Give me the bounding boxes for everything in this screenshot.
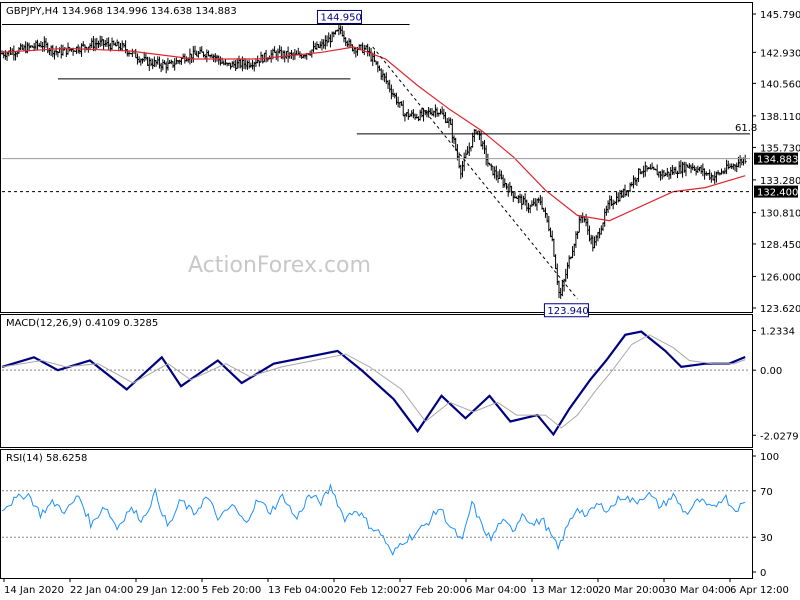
rsi-ytick-label: 0 [760, 568, 766, 579]
price-ytick-label: 135.730 [760, 143, 800, 154]
price-ytick-label: 126.000 [760, 272, 800, 283]
price-ytick-label: 140.560 [760, 79, 800, 90]
xtick-label: 20 Mar 20:00 [598, 585, 665, 596]
price-ytick-label: 133.280 [760, 176, 800, 187]
xtick-label: 30 Mar 04:00 [664, 585, 731, 596]
rsi-panel-frame [0, 449, 753, 579]
xtick-label: 6 Mar 04:00 [466, 585, 526, 596]
chart-canvas: ActionForex.com GBPJPY,H4 134.968 134.99… [0, 2, 800, 596]
watermark: ActionForex.com [188, 253, 371, 278]
macd-ytick-label: 0.00 [760, 366, 782, 377]
xtick-label: 5 Feb 20:00 [202, 585, 261, 596]
price-tag-text: 132.400 [757, 188, 798, 199]
price-ytick-label: 145.790 [760, 10, 800, 21]
rsi-ytick-label: 70 [760, 487, 773, 498]
price-header: GBPJPY,H4 134.968 134.996 134.638 134.88… [6, 6, 237, 17]
xtick-label: 27 Feb 20:00 [400, 585, 466, 596]
price-ytick-label: 128.450 [760, 240, 800, 251]
fib-level-label: 61.8 [735, 123, 757, 134]
rsi-header: RSI(14) 58.6258 [6, 453, 87, 464]
price-panel-frame [0, 2, 753, 313]
rsi-ytick-label: 30 [760, 533, 773, 544]
price-ytick-label: 138.110 [760, 112, 800, 123]
rsi-ytick-label: 100 [760, 452, 779, 463]
xtick-label: 6 Apr 12:00 [730, 585, 789, 596]
xtick-label: 13 Feb 04:00 [268, 585, 334, 596]
price-tag-text: 134.883 [757, 155, 798, 166]
price-ytick-label: 130.810 [760, 209, 800, 220]
price-label-text: 144.950 [320, 12, 361, 23]
price-ytick-label: 123.620 [760, 304, 800, 315]
xtick-label: 14 Jan 2020 [4, 585, 64, 596]
macd-panel-frame [0, 314, 753, 448]
xtick-label: 22 Jan 04:00 [70, 585, 133, 596]
xtick-label: 20 Feb 12:00 [334, 585, 400, 596]
price-label-text: 123.940 [547, 306, 588, 317]
macd-ytick-label: -2.0279 [760, 431, 799, 442]
xtick-label: 29 Jan 12:00 [136, 585, 199, 596]
macd-header: MACD(12,26,9) 0.4109 0.3285 [6, 318, 158, 329]
price-ytick-label: 142.930 [760, 48, 800, 59]
xtick-label: 13 Mar 12:00 [532, 585, 599, 596]
macd-ytick-label: 1.2334 [760, 327, 795, 338]
